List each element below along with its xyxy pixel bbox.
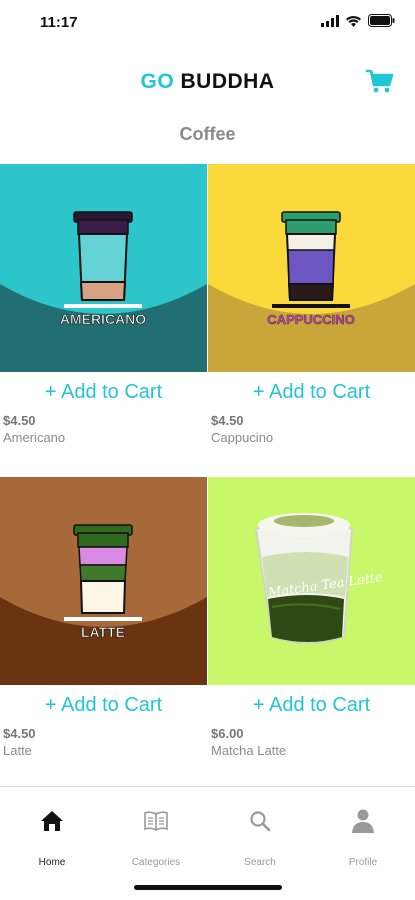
status-icons: [321, 14, 395, 32]
tab-home[interactable]: Home: [0, 805, 104, 868]
badge-cappuccino: CAPPUCCINO: [267, 312, 354, 327]
home-indicator: [134, 885, 282, 890]
product-price: $4.50: [3, 413, 36, 428]
add-to-cart-button[interactable]: + Add to Cart: [208, 381, 415, 404]
tab-label: Search: [244, 857, 276, 868]
product-image-matcha-latte[interactable]: Matcha Tea Latte: [208, 477, 415, 685]
product-price: $4.50: [211, 413, 244, 428]
badge-latte: LATTE: [81, 624, 125, 640]
add-to-cart-button[interactable]: + Add to Cart: [0, 694, 207, 717]
product-image-latte[interactable]: LATTE: [0, 477, 207, 685]
add-to-cart-button[interactable]: + Add to Cart: [208, 694, 415, 717]
product-name: Americano: [3, 430, 66, 445]
tab-label: Home: [38, 857, 66, 868]
add-to-cart-button[interactable]: + Add to Cart: [0, 381, 207, 404]
logo-go: GO: [140, 70, 175, 93]
section-title: Coffee: [179, 124, 236, 144]
product-card-latte: LATTE + Add to Cart $4.50 Latte: [0, 477, 207, 758]
book-icon: [104, 805, 208, 837]
tab-label: Categories: [131, 857, 181, 868]
product-card-matcha-latte: Matcha Tea Latte + Add to Cart $6.00 Mat…: [208, 477, 415, 758]
status-bar: 11:17: [0, 0, 415, 46]
app-logo: GO BUDDHA: [0, 70, 415, 94]
app-header: GO BUDDHA: [0, 60, 415, 106]
product-image-americano[interactable]: AMERICANO: [0, 164, 207, 372]
product-price: $6.00: [211, 726, 244, 741]
search-icon: [208, 805, 312, 837]
person-icon: [311, 805, 415, 837]
product-name: Cappucino: [211, 430, 274, 445]
tab-search[interactable]: Search: [208, 805, 312, 868]
status-time: 11:17: [40, 14, 78, 31]
home-icon: [0, 805, 104, 837]
signal-icon: [321, 14, 339, 32]
tab-profile[interactable]: Profile: [311, 805, 415, 868]
cart-button[interactable]: [365, 66, 395, 96]
cart-icon: [365, 69, 394, 93]
logo-buddha: BUDDHA: [180, 70, 275, 93]
product-image-cappuccino[interactable]: CAPPUCCINO: [208, 164, 415, 372]
product-name: Matcha Latte: [211, 743, 287, 758]
wifi-icon: [345, 14, 362, 32]
tab-label: Profile: [348, 857, 378, 868]
tab-bar: Home Categories Search Profile: [0, 786, 415, 900]
product-name: Latte: [3, 743, 32, 758]
product-card-cappuccino: CAPPUCCINO + Add to Cart $4.50 Cappucino: [208, 164, 415, 445]
badge-americano: AMERICANO: [60, 311, 146, 327]
product-price: $4.50: [3, 726, 36, 741]
tab-categories[interactable]: Categories: [104, 805, 208, 868]
battery-icon: [368, 14, 395, 32]
product-card-americano: AMERICANO + Add to Cart $4.50 Americano: [0, 164, 207, 445]
